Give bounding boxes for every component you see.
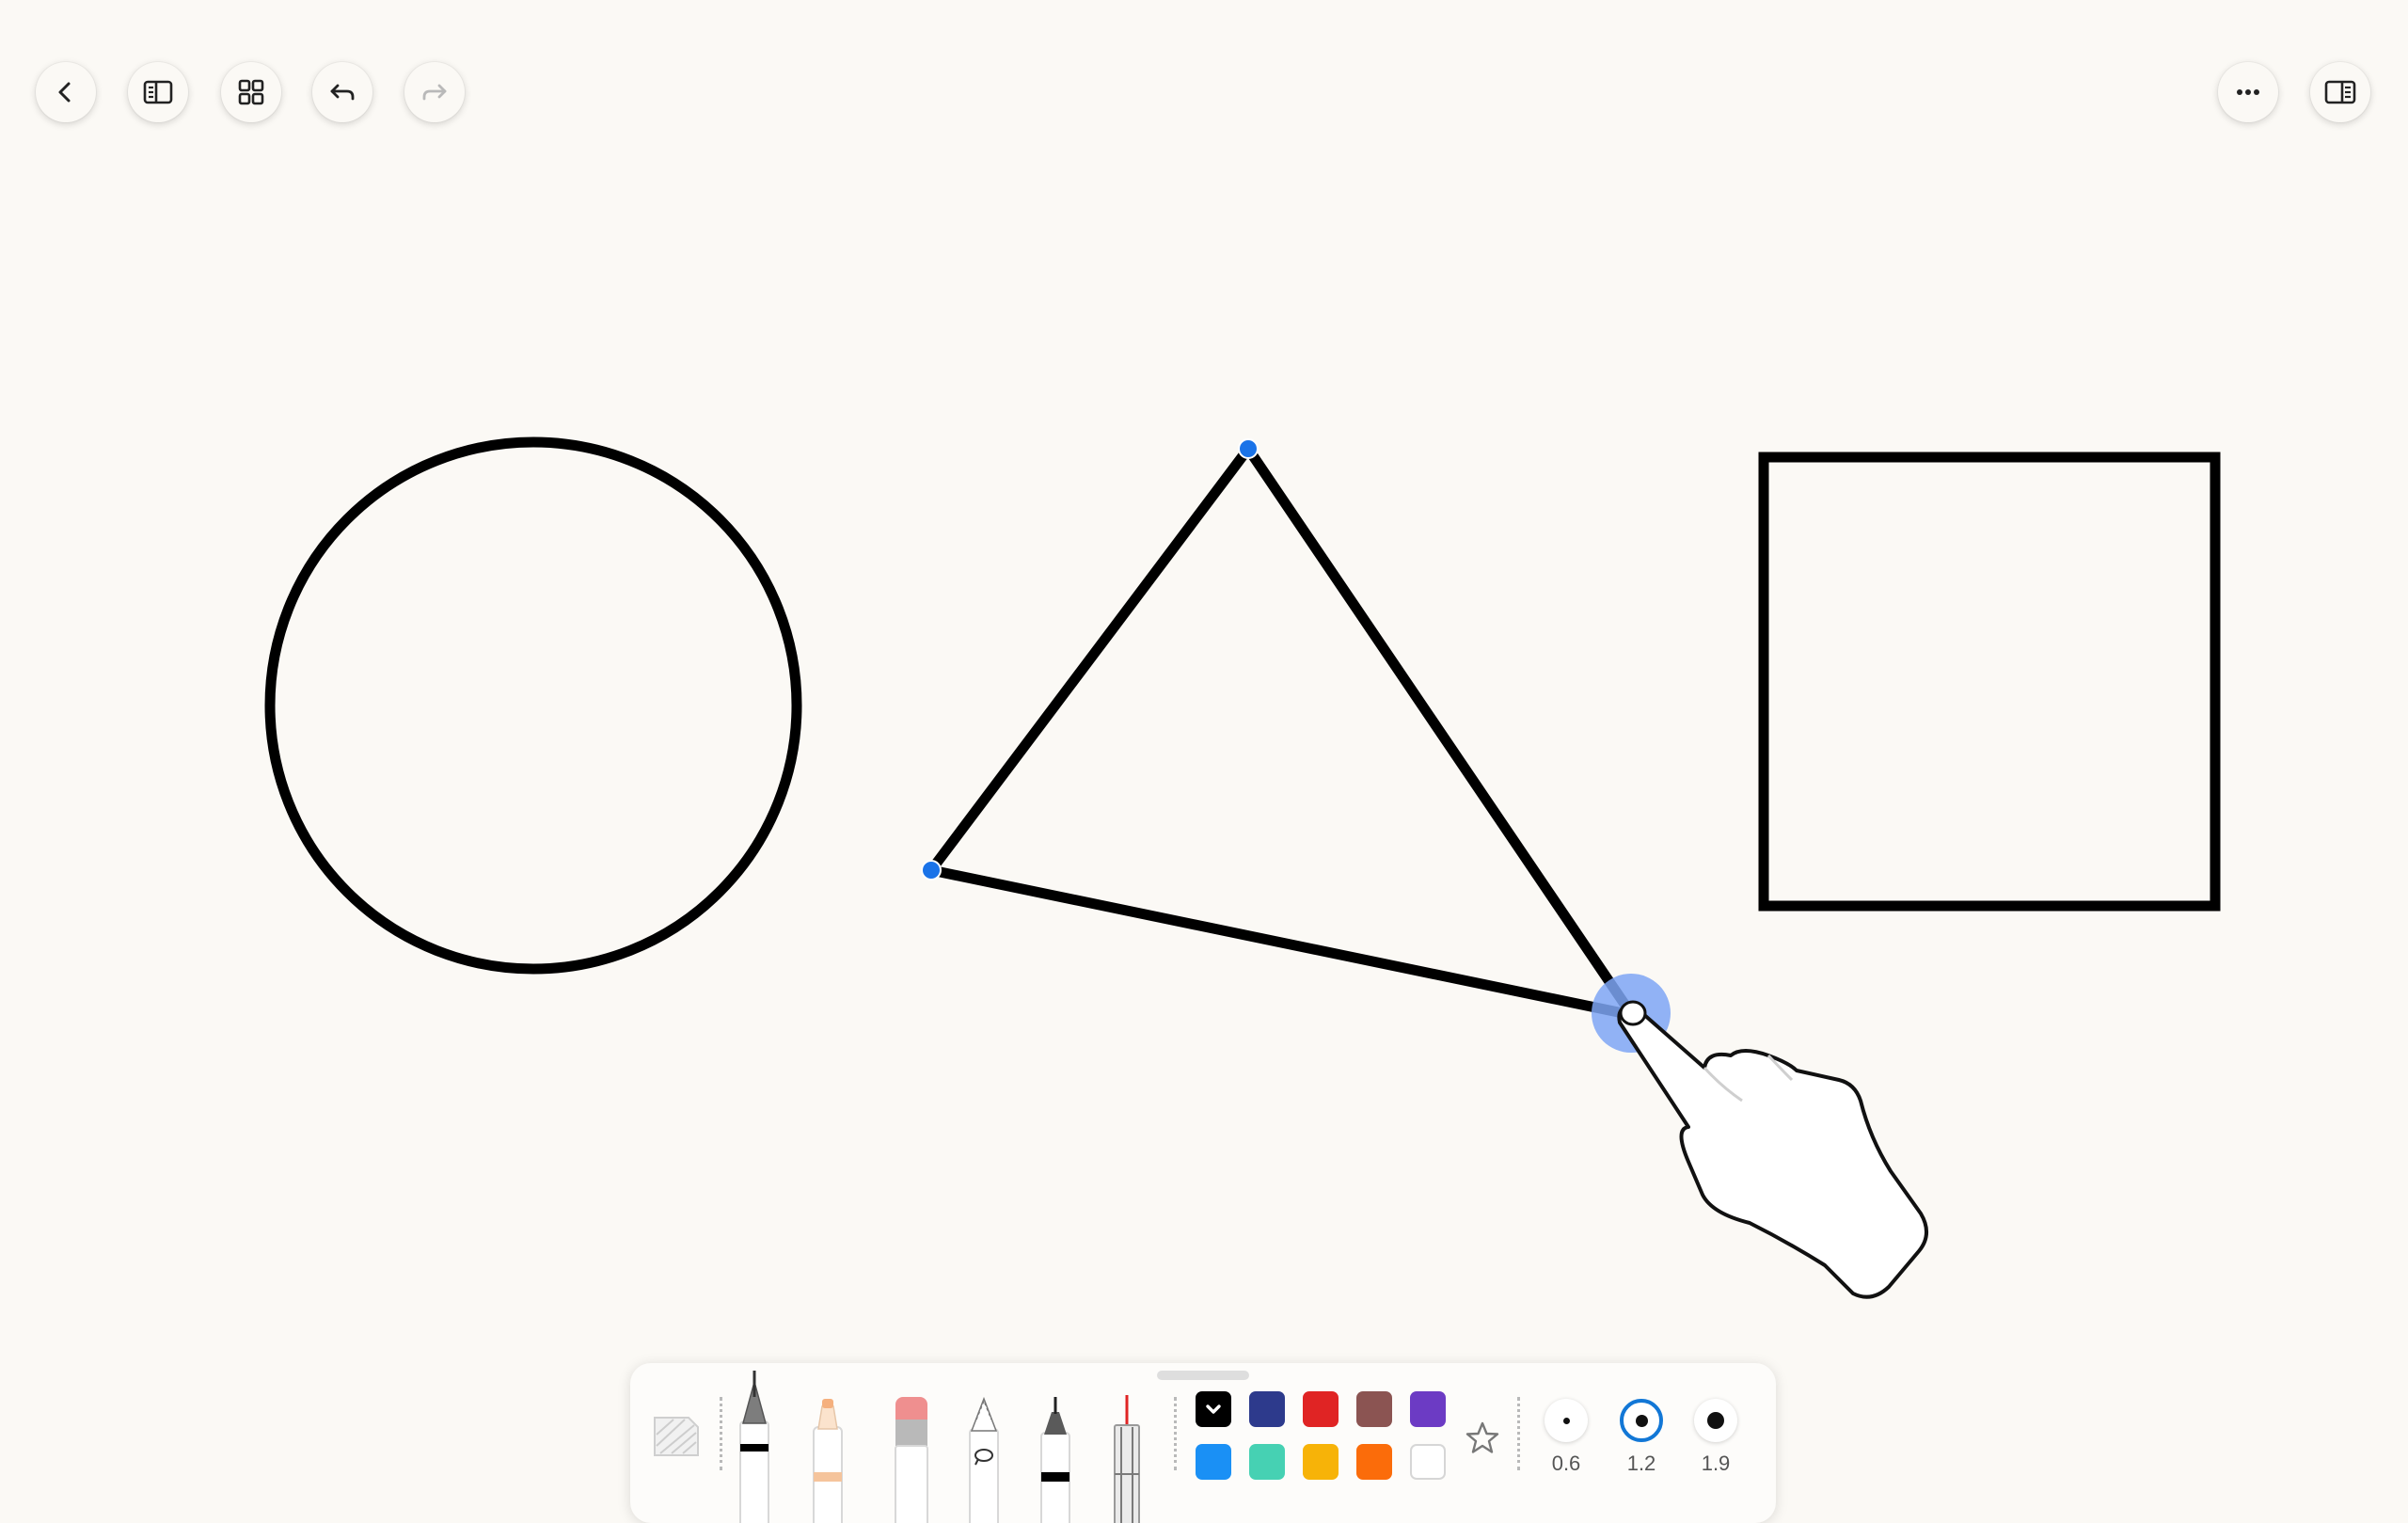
toolbar-separator <box>720 1397 722 1470</box>
eraser-icon[interactable] <box>892 1395 931 1523</box>
stroke-size-medium-label: 1.2 <box>1626 1452 1656 1475</box>
square-shape[interactable] <box>1758 452 2221 912</box>
checkmark-icon <box>1206 1404 1221 1414</box>
toolbar-separator <box>1174 1397 1177 1470</box>
hand-pointer-icon <box>1617 1000 1928 1299</box>
color-swatch-white[interactable] <box>1410 1444 1446 1480</box>
stroke-size-small[interactable] <box>1545 1399 1588 1442</box>
color-swatch-yellow[interactable] <box>1303 1444 1339 1480</box>
size-dot <box>1635 1414 1648 1427</box>
size-dot <box>1707 1412 1724 1429</box>
size-dot <box>1562 1417 1570 1424</box>
toolbar-separator <box>1517 1397 1520 1470</box>
color-swatch-red[interactable] <box>1303 1391 1339 1427</box>
color-swatch-brown[interactable] <box>1356 1391 1392 1427</box>
toolbar-drag-handle[interactable] <box>1157 1371 1249 1380</box>
stroke-size-large-label: 1.9 <box>1701 1452 1731 1475</box>
star-icon[interactable] <box>1464 1420 1501 1457</box>
color-swatch-teal[interactable] <box>1249 1444 1285 1480</box>
stroke-size-large[interactable] <box>1694 1399 1737 1442</box>
color-swatch-navy[interactable] <box>1249 1391 1285 1427</box>
marker-icon[interactable] <box>809 1395 847 1523</box>
color-swatch-blue[interactable] <box>1196 1444 1231 1480</box>
texture-icon[interactable] <box>651 1408 702 1459</box>
selection-handle[interactable] <box>1238 438 1259 459</box>
triangle-shape[interactable] <box>927 439 1644 1023</box>
fountain-pen-icon[interactable] <box>736 1369 773 1523</box>
laser-pointer-icon[interactable] <box>1108 1395 1146 1523</box>
selection-handle[interactable] <box>921 860 942 880</box>
color-swatch-purple[interactable] <box>1410 1391 1446 1427</box>
color-swatch-orange[interactable] <box>1356 1444 1392 1480</box>
circle-shape[interactable] <box>264 436 802 975</box>
drawing-canvas[interactable] <box>0 0 2408 1505</box>
stroke-size-medium[interactable] <box>1620 1399 1663 1442</box>
stroke-size-small-label: 0.6 <box>1551 1452 1581 1475</box>
drawing-toolbar: 0.6 1.2 1.9 <box>630 1363 1776 1523</box>
lasso-pencil-icon[interactable] <box>965 1395 1003 1523</box>
ink-pen-icon[interactable] <box>1037 1395 1074 1523</box>
color-swatch-black[interactable] <box>1196 1391 1231 1427</box>
